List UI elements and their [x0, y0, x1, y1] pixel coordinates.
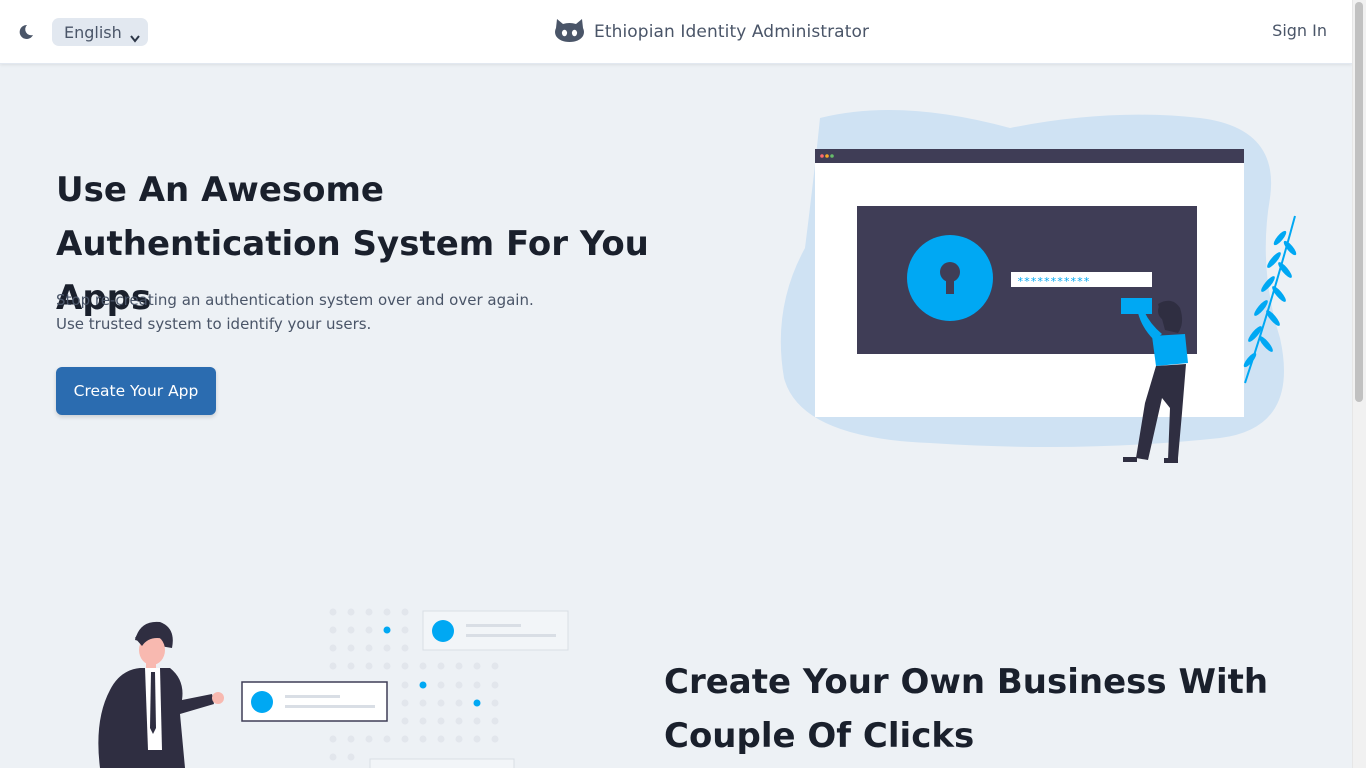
sign-in-link[interactable]: Sign In — [1272, 21, 1327, 40]
business-illustration — [90, 600, 580, 768]
top-navbar: English Ethiopian Identity Administrator… — [0, 0, 1352, 64]
scrollbar-thumb[interactable] — [1355, 2, 1363, 402]
hero-description-line-1: Stop re-creating an authentication syste… — [56, 291, 534, 309]
brand[interactable]: Ethiopian Identity Administrator — [554, 17, 869, 47]
moon-icon[interactable] — [14, 20, 38, 44]
password-mask: *********** — [1017, 275, 1090, 288]
brand-title: Ethiopian Identity Administrator — [594, 22, 870, 42]
section-2-title: Create Your Own Business With Couple Of … — [664, 662, 1269, 756]
github-icon — [554, 17, 585, 47]
browser-titlebar — [815, 149, 1244, 163]
create-your-app-button[interactable]: Create Your App — [56, 367, 216, 415]
language-select[interactable]: English — [52, 18, 148, 46]
language-selected: English — [64, 22, 122, 42]
authentication-illustration: *********** — [780, 108, 1300, 472]
scrollbar[interactable] — [1352, 0, 1366, 768]
hero-description-line-2: Use trusted system to identify your user… — [56, 315, 372, 333]
login-button — [1121, 298, 1152, 314]
businessman-figure — [98, 621, 224, 768]
chevron-down-icon — [130, 28, 140, 47]
hero-description: Stop re-creating an authentication syste… — [56, 288, 616, 336]
